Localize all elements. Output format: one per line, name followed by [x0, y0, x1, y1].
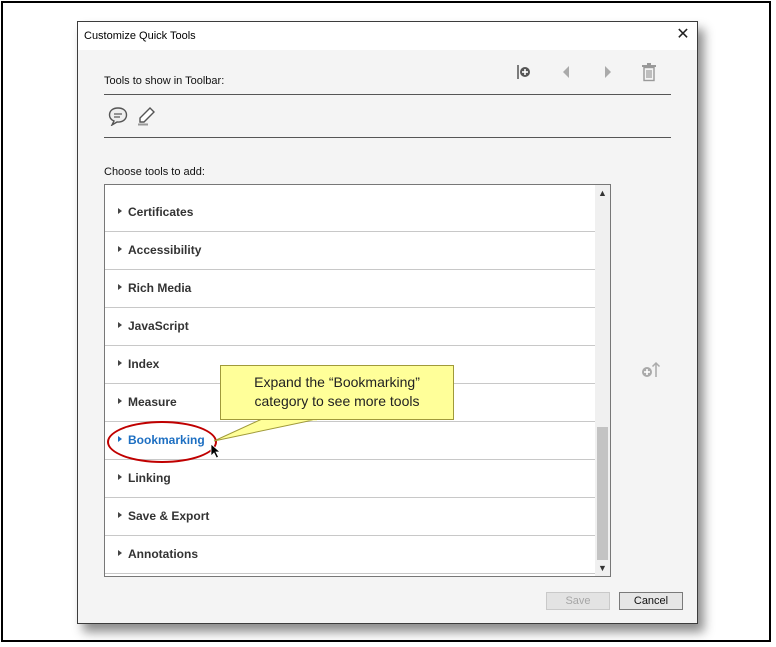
callout-line-2: category to see more tools	[254, 393, 420, 409]
mouse-cursor-icon	[210, 443, 222, 459]
callout-pointer	[213, 418, 319, 442]
callout-line-1: Expand the “Bookmarking”	[254, 374, 420, 390]
annotation-callout: Expand the “Bookmarking” category to see…	[220, 365, 454, 420]
